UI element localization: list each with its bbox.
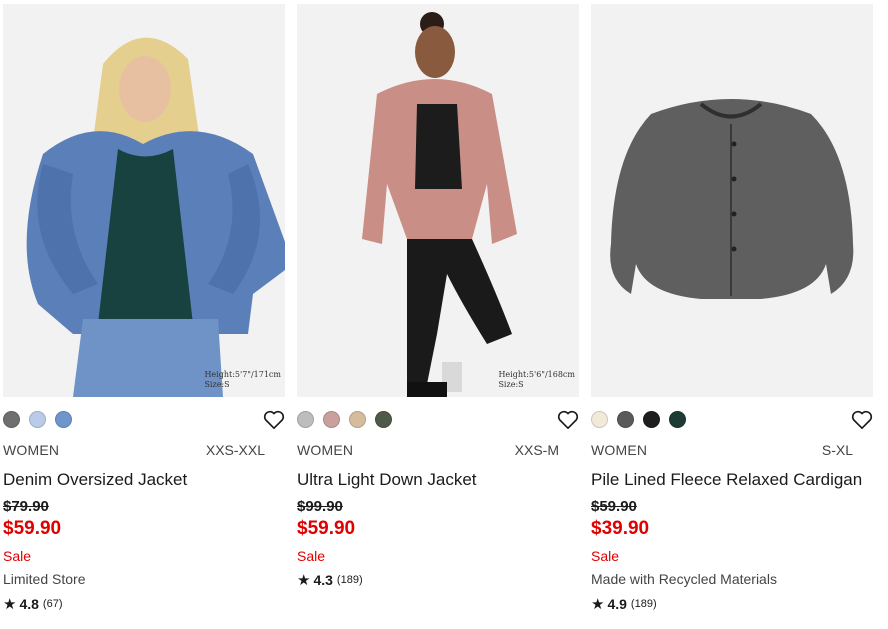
color-swatch[interactable]	[591, 411, 608, 428]
heart-outline-icon[interactable]	[557, 410, 579, 430]
star-icon: ★	[3, 596, 17, 613]
product-image[interactable]	[591, 4, 873, 397]
color-swatch[interactable]	[617, 411, 634, 428]
sale-label: Sale	[591, 548, 620, 564]
model-height: Height:5'6"/168cm	[498, 370, 575, 379]
model-height: Height:5'7"/171cm	[204, 370, 281, 379]
color-swatch[interactable]	[643, 411, 660, 428]
original-price: $59.90	[591, 498, 637, 515]
product-grid: Height:5'7"/171cm Size:S WOMEN XXS-XXL D…	[3, 4, 885, 626]
rating: ★ 4.8 (67)	[3, 595, 62, 613]
product-image[interactable]: Height:5'6"/168cm Size:S	[297, 4, 579, 397]
review-count: (189)	[630, 598, 657, 610]
sale-label: Sale	[297, 548, 326, 564]
rating: ★ 4.3 (189)	[297, 571, 363, 589]
gender-label: WOMEN	[591, 442, 648, 458]
review-count: (189)	[336, 574, 363, 586]
product-name[interactable]: Ultra Light Down Jacket	[297, 470, 477, 490]
rating-score: 4.9	[607, 596, 627, 612]
fleece-cardigan-photo	[591, 4, 873, 397]
star-icon: ★	[297, 572, 311, 589]
denim-jacket-photo	[3, 4, 285, 397]
product-name[interactable]: Denim Oversized Jacket	[3, 470, 187, 490]
color-swatch[interactable]	[55, 411, 72, 428]
color-swatch[interactable]	[297, 411, 314, 428]
sale-price: $39.90	[591, 518, 650, 539]
product-tag: Limited Store	[3, 571, 86, 587]
gender-label: WOMEN	[297, 442, 354, 458]
model-size: Size:S	[204, 380, 230, 389]
color-swatch[interactable]	[669, 411, 686, 428]
rating-score: 4.3	[313, 572, 333, 588]
rating-score: 4.8	[19, 596, 39, 612]
size-range: S-XL	[821, 442, 853, 458]
heart-outline-icon[interactable]	[263, 410, 285, 430]
heart-outline-icon[interactable]	[851, 410, 873, 430]
color-swatches	[3, 410, 285, 430]
product-card[interactable]: WOMEN S-XL Pile Lined Fleece Relaxed Car…	[591, 4, 873, 626]
down-jacket-photo	[297, 4, 579, 397]
review-count: (67)	[42, 598, 63, 610]
model-size: Size:S	[498, 380, 524, 389]
product-name[interactable]: Pile Lined Fleece Relaxed Cardigan	[591, 470, 862, 490]
model-size-note: Height:5'6"/168cm Size:S	[498, 370, 575, 390]
product-card[interactable]: Height:5'6"/168cm Size:S WOMEN XXS-M Ult…	[297, 4, 579, 626]
color-swatch[interactable]	[323, 411, 340, 428]
star-icon: ★	[591, 596, 605, 613]
sale-price: $59.90	[297, 518, 356, 539]
sale-price: $59.90	[3, 518, 62, 539]
color-swatches	[591, 410, 873, 430]
original-price: $99.90	[297, 498, 343, 515]
model-size-note: Height:5'7"/171cm Size:S	[204, 370, 281, 390]
rating: ★ 4.9 (189)	[591, 595, 657, 613]
size-range: XXS-M	[514, 442, 559, 458]
sale-label: Sale	[3, 548, 32, 564]
product-tag: Made with Recycled Materials	[591, 571, 777, 587]
product-card[interactable]: Height:5'7"/171cm Size:S WOMEN XXS-XXL D…	[3, 4, 285, 626]
original-price: $79.90	[3, 498, 49, 515]
color-swatch[interactable]	[375, 411, 392, 428]
color-swatch[interactable]	[29, 411, 46, 428]
color-swatches	[297, 410, 579, 430]
color-swatch[interactable]	[349, 411, 366, 428]
color-swatch[interactable]	[3, 411, 20, 428]
gender-label: WOMEN	[3, 442, 60, 458]
size-range: XXS-XXL	[205, 442, 265, 458]
product-image[interactable]: Height:5'7"/171cm Size:S	[3, 4, 285, 397]
